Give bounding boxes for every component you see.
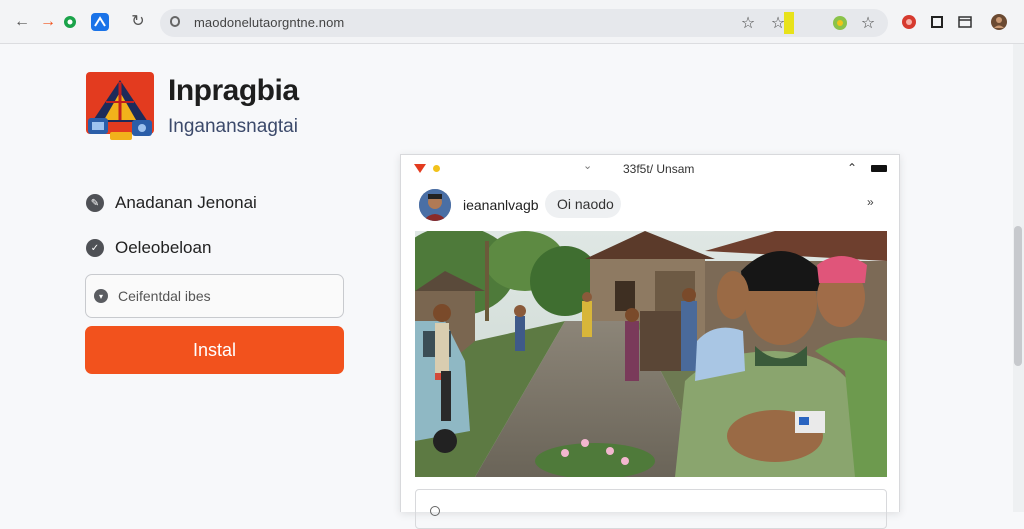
reload-icon[interactable]: ↻ bbox=[128, 12, 148, 32]
square-icon[interactable] bbox=[928, 13, 946, 31]
window-icon[interactable] bbox=[956, 13, 974, 31]
install-button[interactable]: Instal bbox=[85, 326, 344, 374]
blue-extension-icon[interactable] bbox=[90, 12, 110, 32]
check-circle-icon: ✓ bbox=[86, 239, 104, 257]
battery-icon bbox=[871, 165, 887, 172]
wifi-icon: ⌃ bbox=[847, 161, 858, 175]
comment-input[interactable] bbox=[415, 489, 887, 529]
address-bar[interactable]: maodonelutaorgntne.nom ☆ ☆ ☆ bbox=[160, 9, 888, 37]
status-bar: ⌄ 33f5t/ Unsam ⌃ bbox=[401, 155, 899, 183]
avatar[interactable] bbox=[419, 189, 451, 221]
profile-icon[interactable] bbox=[990, 13, 1008, 31]
outline-star-icon[interactable]: ☆ bbox=[738, 13, 758, 33]
post-header: ieananlvagb Oi naodo » bbox=[401, 185, 899, 229]
follow-chip[interactable]: Oi naodo bbox=[545, 190, 621, 218]
app-logo bbox=[86, 72, 154, 142]
extension-badge-icon[interactable] bbox=[830, 13, 850, 33]
search-icon bbox=[430, 506, 440, 516]
dropdown-icon: ▾ bbox=[94, 289, 108, 303]
option-label: Oeleobeloan bbox=[115, 238, 212, 257]
input-field[interactable]: ▾ Ceifentdal ibes bbox=[85, 274, 344, 318]
browser-toolbar: ← → ↻ maodonelutaorgntne.nom ☆ ☆ ☆ bbox=[0, 0, 1024, 44]
alert-icon bbox=[414, 164, 426, 173]
forward-arrow-icon[interactable]: → bbox=[38, 12, 58, 32]
profile-name[interactable]: ieananlvagb bbox=[463, 197, 539, 213]
chat-icon: ✎ bbox=[86, 194, 104, 212]
red-extension-icon[interactable] bbox=[900, 13, 918, 31]
notification-dot-icon bbox=[433, 165, 440, 172]
scrollbar-thumb[interactable] bbox=[1014, 226, 1022, 366]
highlight-marker bbox=[784, 12, 794, 34]
url-text: maodonelutaorgntne.nom bbox=[194, 15, 345, 30]
option-label: Anadanan Jenonai bbox=[115, 193, 257, 212]
option-check[interactable]: ✓ Oeleobeloan bbox=[86, 237, 211, 259]
post-photo[interactable]: ↲ bbox=[415, 231, 887, 477]
status-time: 33f5t/ Unsam bbox=[623, 162, 695, 176]
star-icon[interactable]: ☆ bbox=[858, 13, 878, 33]
signal-small-icon: ⌄ bbox=[583, 160, 593, 172]
option-chat[interactable]: ✎ Anadanan Jenonai bbox=[86, 192, 257, 214]
green-extension-icon[interactable] bbox=[60, 12, 80, 32]
more-icon[interactable]: » bbox=[867, 195, 874, 209]
app-title: Inpragbia bbox=[168, 74, 299, 107]
lock-icon bbox=[170, 16, 180, 27]
field-value: Ceifentdal ibes bbox=[118, 288, 211, 304]
phone-preview: ⌄ 33f5t/ Unsam ⌃ ieananlvagb Oi naodo » bbox=[400, 154, 900, 529]
app-subtitle: Inganansnagtai bbox=[168, 116, 298, 137]
back-arrow-icon[interactable]: ← bbox=[12, 12, 32, 32]
